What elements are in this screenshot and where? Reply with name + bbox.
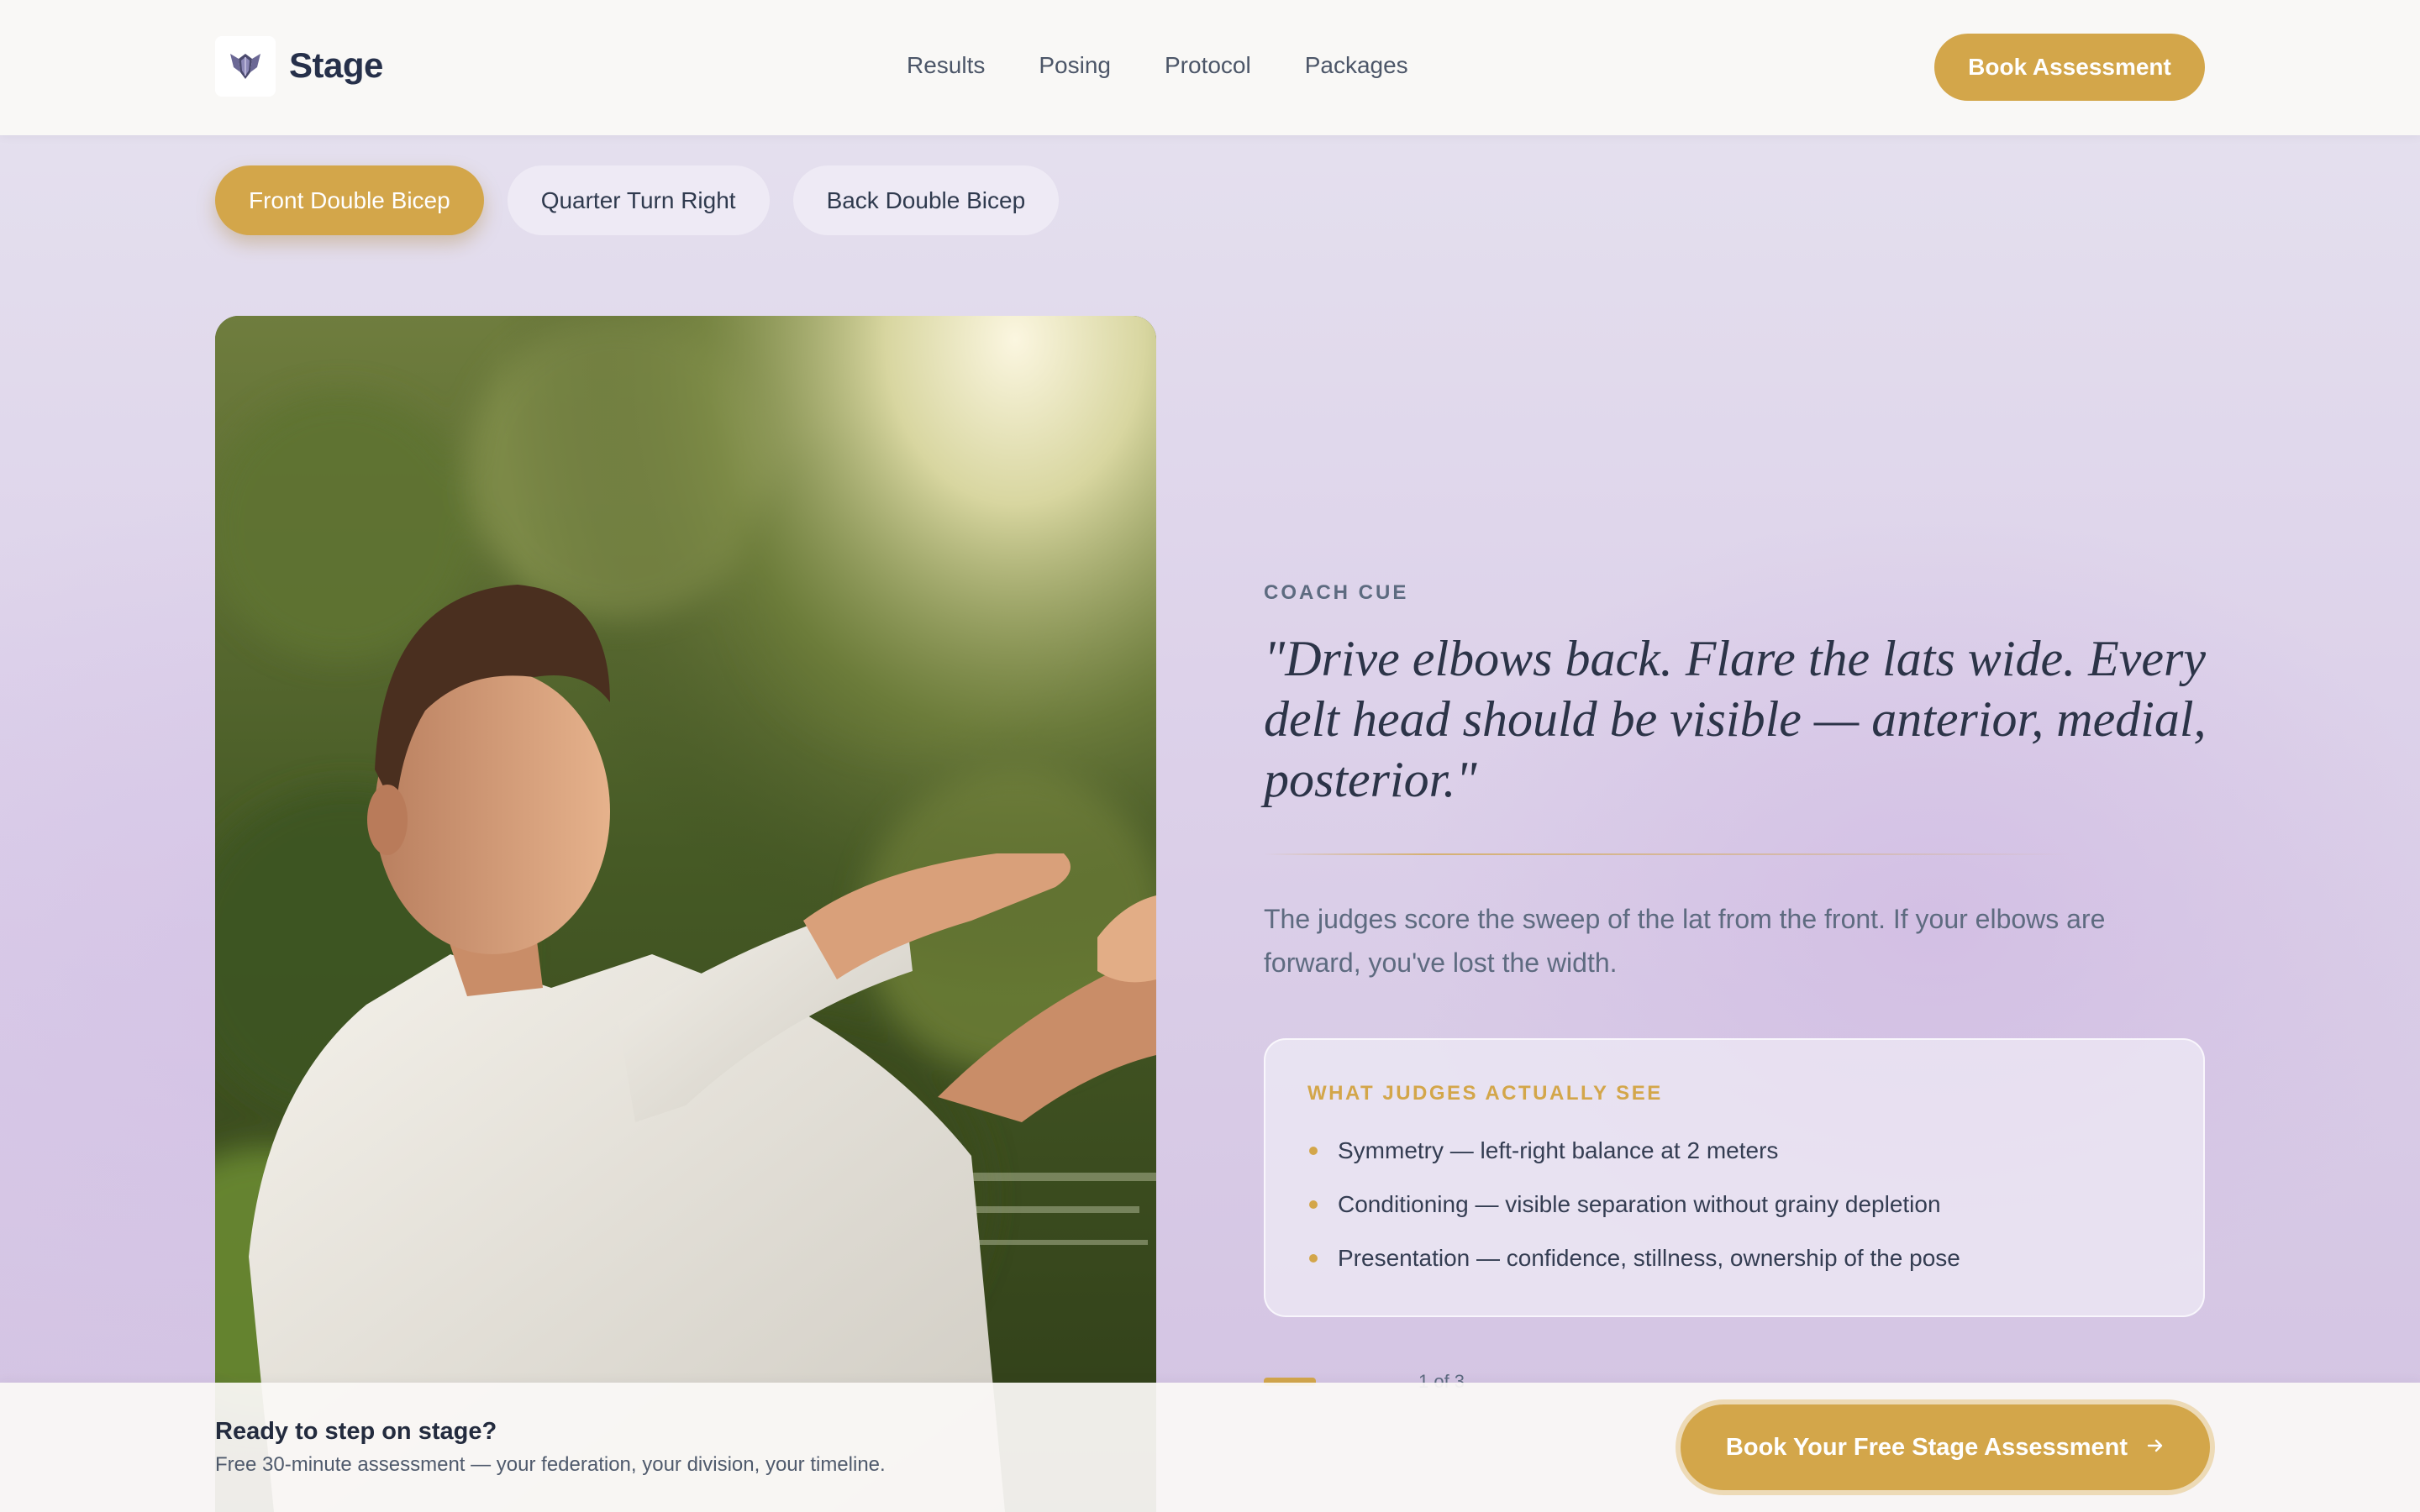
coach-cue-label: COACH CUE — [1264, 581, 1409, 604]
nav-link-packages[interactable]: Packages — [1305, 52, 1408, 79]
coach-cue-quote: "Drive elbows back. Flare the lats wide.… — [1264, 631, 2207, 807]
book-assessment-button[interactable]: Book Assessment — [1934, 34, 2205, 101]
judges-card: WHAT JUDGES ACTUALLY SEE Symmetry — left… — [1264, 1038, 2205, 1317]
book-free-assessment-button[interactable]: Book Your Free Stage Assessment — [1681, 1404, 2210, 1490]
pose-tabs: Front Double Bicep Quarter Turn Right Ba… — [215, 165, 1060, 235]
judges-list: Symmetry — left-right balance at 2 meter… — [1307, 1134, 1960, 1295]
tab-front-double-bicep[interactable]: Front Double Bicep — [215, 165, 484, 235]
nav-link-results[interactable]: Results — [907, 52, 985, 79]
main-nav: Results Posing Protocol Packages — [907, 52, 1408, 79]
divider — [1264, 853, 2070, 855]
nav-link-posing[interactable]: Posing — [1039, 52, 1111, 79]
cta-button-label: Book Your Free Stage Assessment — [1725, 1433, 2128, 1461]
brand-name[interactable]: Stage — [289, 45, 383, 86]
site-header: Stage Results Posing Protocol Packages B… — [0, 0, 2420, 135]
cta-subtitle: Free 30-minute assessment — your federat… — [215, 1453, 886, 1476]
judges-card-title: WHAT JUDGES ACTUALLY SEE — [1307, 1082, 1663, 1105]
tab-back-double-bicep[interactable]: Back Double Bicep — [792, 165, 1060, 235]
tab-quarter-turn-right[interactable]: Quarter Turn Right — [507, 165, 770, 235]
nav-link-protocol[interactable]: Protocol — [1165, 52, 1251, 79]
list-item: Presentation — confidence, stillness, ow… — [1307, 1242, 1960, 1295]
cue-description: The judges score the sweep of the lat fr… — [1264, 904, 2106, 978]
logo-icon[interactable] — [215, 36, 276, 97]
arrow-right-icon — [2146, 1434, 2165, 1462]
cta-title: Ready to step on stage? — [215, 1418, 497, 1445]
pose-photo — [215, 316, 1156, 1512]
list-item: Conditioning — visible separation withou… — [1307, 1188, 1960, 1242]
sticky-cta-bar: Ready to step on stage? Free 30-minute a… — [0, 1383, 2420, 1512]
list-item: Symmetry — left-right balance at 2 meter… — [1307, 1134, 1960, 1188]
